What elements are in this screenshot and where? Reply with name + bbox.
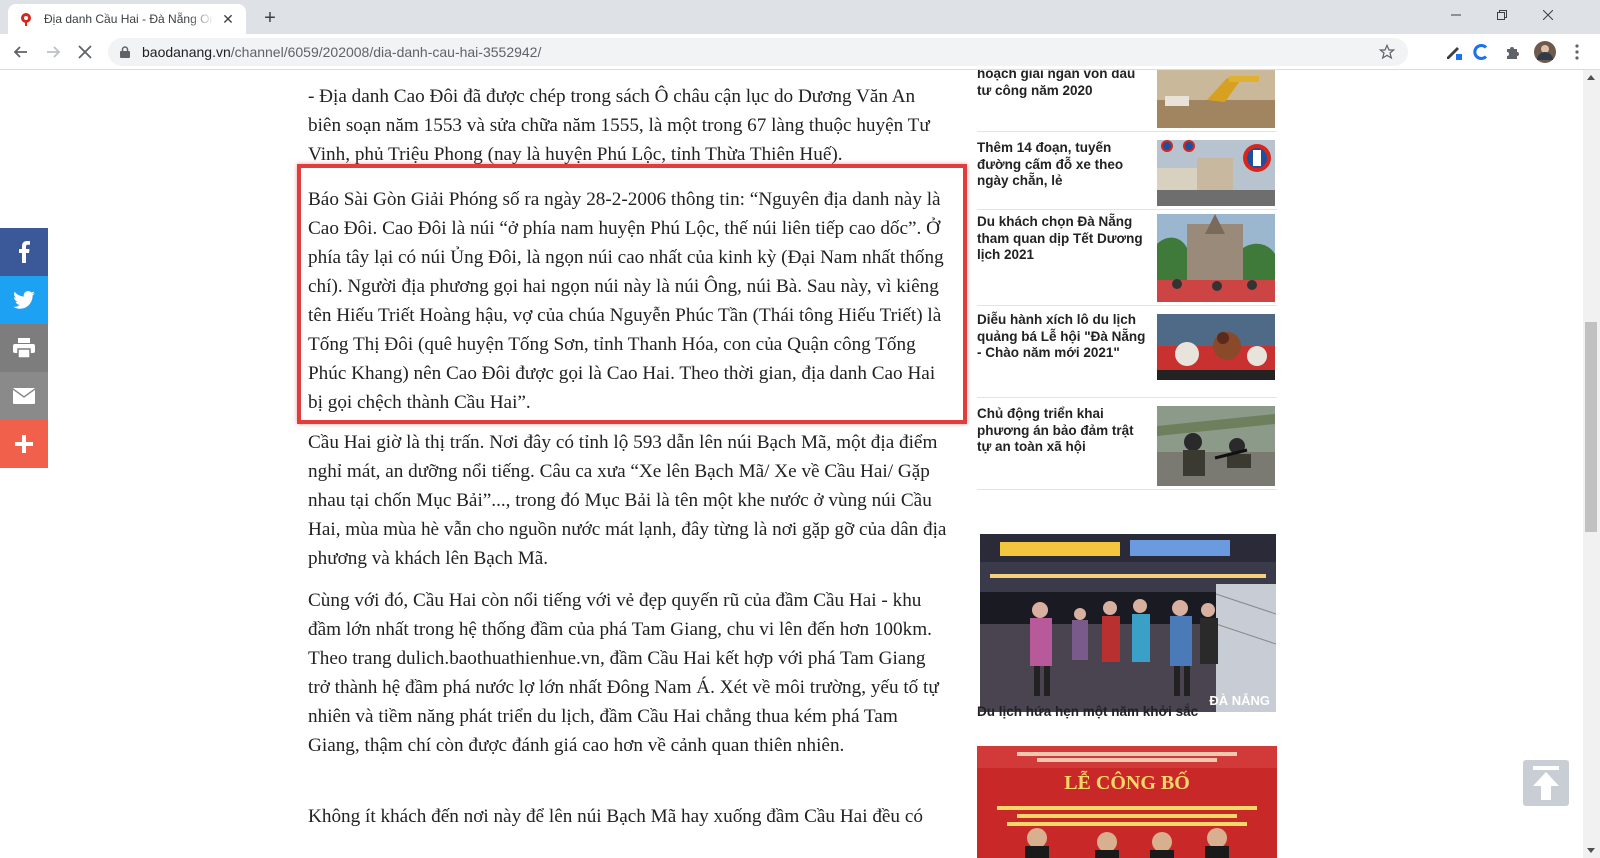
profile-avatar-icon[interactable]: [1534, 41, 1556, 63]
page-viewport: - Địa danh Cao Đôi đã được chép trong sá…: [0, 70, 1600, 858]
related-article-title[interactable]: Chủ động triển khai phương án bảo đảm tr…: [977, 406, 1147, 456]
facebook-share-button[interactable]: [0, 228, 48, 276]
scroll-up-arrow-icon[interactable]: [1587, 75, 1595, 80]
related-article-item[interactable]: Diễu hành xích lô du lịch quảng bá Lễ hộ…: [977, 310, 1277, 398]
more-share-button[interactable]: [0, 420, 48, 468]
stop-loading-icon[interactable]: [72, 39, 98, 65]
close-window-icon[interactable]: [1525, 0, 1571, 30]
related-article-thumbnail[interactable]: [1157, 314, 1275, 380]
article-paragraph: - Địa danh Cao Đôi đã được chép trong sá…: [308, 86, 930, 165]
twitter-share-button[interactable]: [0, 276, 48, 324]
related-article-item[interactable]: hoạch giải ngân vốn đầu tư công năm 2020: [977, 70, 1277, 132]
url-path: /channel/6059/202008/dia-danh-cau-hai-35…: [230, 44, 542, 60]
minimize-icon[interactable]: [1433, 0, 1479, 30]
related-article-thumbnail[interactable]: [1157, 214, 1275, 302]
email-icon: [13, 388, 35, 404]
extension-c-icon[interactable]: [1470, 41, 1492, 63]
banner-title: LỄ CÔNG BỐ: [1064, 772, 1190, 794]
announcement-banner[interactable]: LỄ CÔNG BỐ: [977, 746, 1277, 858]
browser-toolbar: baodanang.vn/channel/6059/202008/dia-dan…: [0, 34, 1600, 70]
featured-photo[interactable]: ĐÀ NẴNG: [980, 534, 1276, 712]
related-article-title[interactable]: Diễu hành xích lô du lịch quảng bá Lễ hộ…: [977, 312, 1147, 362]
related-article-thumbnail[interactable]: [1157, 406, 1275, 486]
article-paragraph: Không ít khách đến nơi này để lên núi Bạ…: [308, 806, 923, 827]
lock-icon: [120, 45, 134, 59]
browser-tab[interactable]: Địa danh Cầu Hai - Đà Nẵng Online ✕: [8, 4, 246, 34]
article-paragraph: Cầu Hai giờ là thị trấn. Nơi đây có tỉnh…: [308, 432, 947, 569]
related-article-item[interactable]: Du khách chọn Đà Nẵng tham quan dịp Tết …: [977, 214, 1277, 306]
plus-icon: [15, 435, 33, 453]
back-arrow-icon[interactable]: [8, 39, 34, 65]
extensions-puzzle-icon[interactable]: [1502, 41, 1524, 63]
arrow-up-icon: [1533, 766, 1559, 800]
browser-tabstrip: Địa danh Cầu Hai - Đà Nẵng Online ✕ +: [0, 0, 1600, 34]
related-article-thumbnail[interactable]: [1157, 70, 1275, 128]
site-favicon-icon: [18, 11, 34, 27]
related-article-title[interactable]: Thêm 14 đoạn, tuyến đường cấm đỗ xe theo…: [977, 140, 1147, 190]
restore-icon[interactable]: [1479, 0, 1525, 30]
twitter-icon: [13, 291, 35, 309]
email-share-button[interactable]: [0, 372, 48, 420]
scrollbar-thumb[interactable]: [1585, 322, 1597, 532]
photo-watermark: ĐÀ NẴNG: [1209, 693, 1270, 708]
printer-icon: [13, 338, 35, 358]
close-tab-icon[interactable]: ✕: [220, 11, 236, 27]
featured-photo-caption[interactable]: Du lịch hứa hẹn một năm khởi sắc: [977, 704, 1198, 719]
article-paragraph: Cùng với đó, Cầu Hai còn nổi tiếng với v…: [308, 590, 939, 756]
related-article-title[interactable]: Du khách chọn Đà Nẵng tham quan dịp Tết …: [977, 214, 1147, 264]
related-article-thumbnail[interactable]: [1157, 140, 1275, 206]
scroll-to-top-button[interactable]: [1523, 760, 1569, 806]
related-article-item[interactable]: Thêm 14 đoạn, tuyến đường cấm đỗ xe theo…: [977, 136, 1277, 210]
new-tab-button[interactable]: +: [258, 6, 282, 30]
address-bar[interactable]: baodanang.vn/channel/6059/202008/dia-dan…: [108, 38, 1408, 66]
extension-pen-icon[interactable]: [1443, 41, 1465, 63]
highlight-box: [297, 164, 967, 424]
browser-menu-icon[interactable]: [1566, 41, 1588, 63]
url-host: baodanang.vn: [142, 44, 231, 60]
bookmark-star-icon[interactable]: [1378, 43, 1396, 61]
related-article-title[interactable]: hoạch giải ngân vốn đầu tư công năm 2020: [977, 70, 1147, 99]
page-scrollbar[interactable]: [1583, 70, 1600, 858]
facebook-icon: [19, 241, 30, 263]
tab-title: Địa danh Cầu Hai - Đà Nẵng Online: [44, 12, 214, 26]
scroll-down-arrow-icon[interactable]: [1587, 848, 1595, 853]
print-button[interactable]: [0, 324, 48, 372]
forward-arrow-icon[interactable]: [40, 39, 66, 65]
related-article-item[interactable]: Chủ động triển khai phương án bảo đảm tr…: [977, 402, 1277, 490]
